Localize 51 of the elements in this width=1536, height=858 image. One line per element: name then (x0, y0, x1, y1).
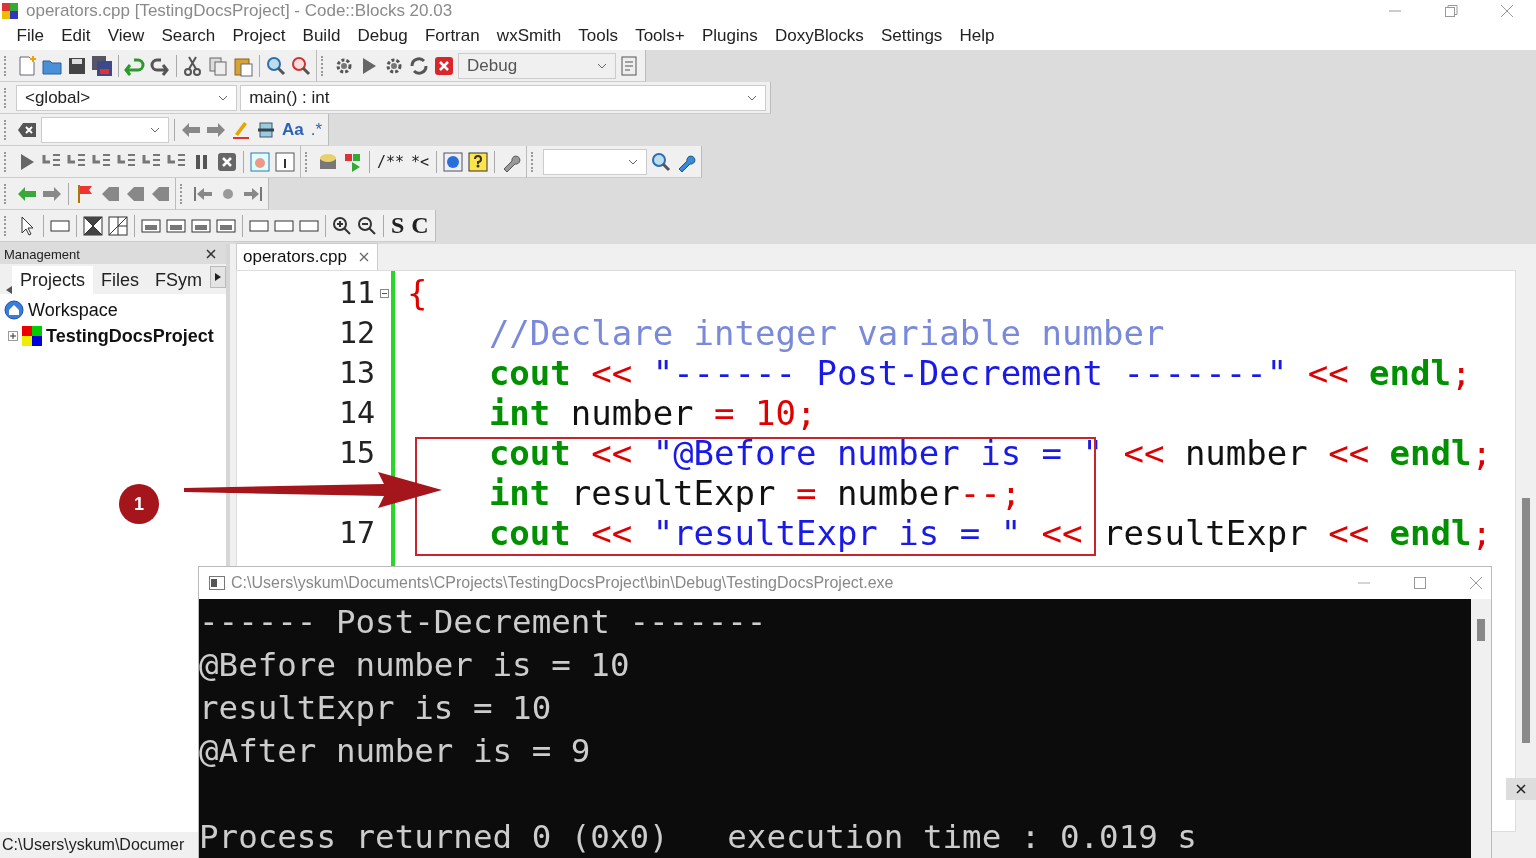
menu-item[interactable]: View (99, 26, 153, 46)
menu-item[interactable]: Project (223, 26, 294, 46)
code-line: { (407, 273, 429, 313)
tree-item[interactable]: TestingDocsProject (46, 325, 214, 347)
menu-item[interactable]: Tools (569, 26, 627, 46)
toolbar-button[interactable]: .* (308, 119, 325, 140)
panel-tab[interactable]: FSym (147, 266, 211, 294)
code-line: cout << "resultExpr is = " << resultExpr << endl; (487, 513, 1492, 553)
menu-item[interactable]: Settings (872, 26, 951, 46)
code-line: int number = 10; (487, 393, 818, 433)
scope-dropdown[interactable]: <global> (16, 84, 238, 111)
menu-item[interactable]: Build (294, 26, 349, 46)
console-output-line: resultExpr is = 10 (199, 688, 553, 729)
console-output-line: @Before number is = 10 (199, 645, 631, 686)
toolbar-button[interactable]: *< (409, 152, 432, 171)
line-number: 15 (337, 434, 376, 472)
console-output-line: Process returned 0 (0x0) execution time : 0.019 s (199, 817, 1198, 858)
menu-item[interactable]: Plugins (693, 26, 767, 46)
file-tab[interactable]: operators.cpp (236, 243, 378, 270)
panel-tab[interactable]: Files (93, 266, 148, 294)
line-number: 12 (337, 314, 376, 352)
toolbar-button[interactable]: C (409, 212, 431, 239)
status-text: C:\Users\yskum\Documer (1, 836, 185, 854)
toolbar-button[interactable]: S (389, 212, 407, 239)
console-output-line: ------ Post-Decrement ------- (199, 602, 768, 643)
code-line: //Declare integer variable number (487, 313, 1166, 353)
toolbar-button[interactable]: /** (375, 152, 407, 171)
menu-item[interactable]: Search (152, 26, 224, 46)
menu-item[interactable]: Edit (52, 26, 100, 46)
menu-item[interactable]: Tools+ (626, 26, 694, 46)
line-number: 14 (337, 394, 376, 432)
line-number: 17 (337, 514, 376, 552)
menu-item[interactable]: File (8, 26, 53, 46)
code-line: cout << "------ Post-Decrement -------" << endl; (487, 353, 1473, 393)
code-line: int resultExpr = number--; (487, 473, 1023, 513)
menu-item[interactable]: Debug (349, 26, 417, 46)
panel-tab[interactable]: Projects (12, 266, 93, 294)
menu-item[interactable]: wxSmith (488, 26, 570, 46)
menu-item[interactable]: Help (950, 26, 1004, 46)
console-output-line: @After number is = 9 (199, 731, 592, 772)
tree-item[interactable]: Workspace (28, 299, 118, 321)
line-number: 11 (337, 274, 376, 312)
line-number: 13 (337, 354, 376, 392)
build-target-dropdown[interactable]: Debug (458, 52, 616, 79)
function-dropdown[interactable]: main() : int (240, 84, 766, 111)
window-title: operators.cpp [TestingDocsProject] - Code::Blocks 20.03 (26, 1, 453, 21)
toolbar-button[interactable]: Aa (280, 119, 306, 140)
panel-title: Management (4, 246, 80, 262)
window-title: C:\Users\yskum\Documents\CProjects\TestingDocsProject\bin\Debug\TestingDocsProject.exe (231, 574, 894, 592)
menu-item[interactable]: DoxyBlocks (766, 26, 873, 46)
menu-item[interactable]: Fortran (416, 26, 489, 46)
